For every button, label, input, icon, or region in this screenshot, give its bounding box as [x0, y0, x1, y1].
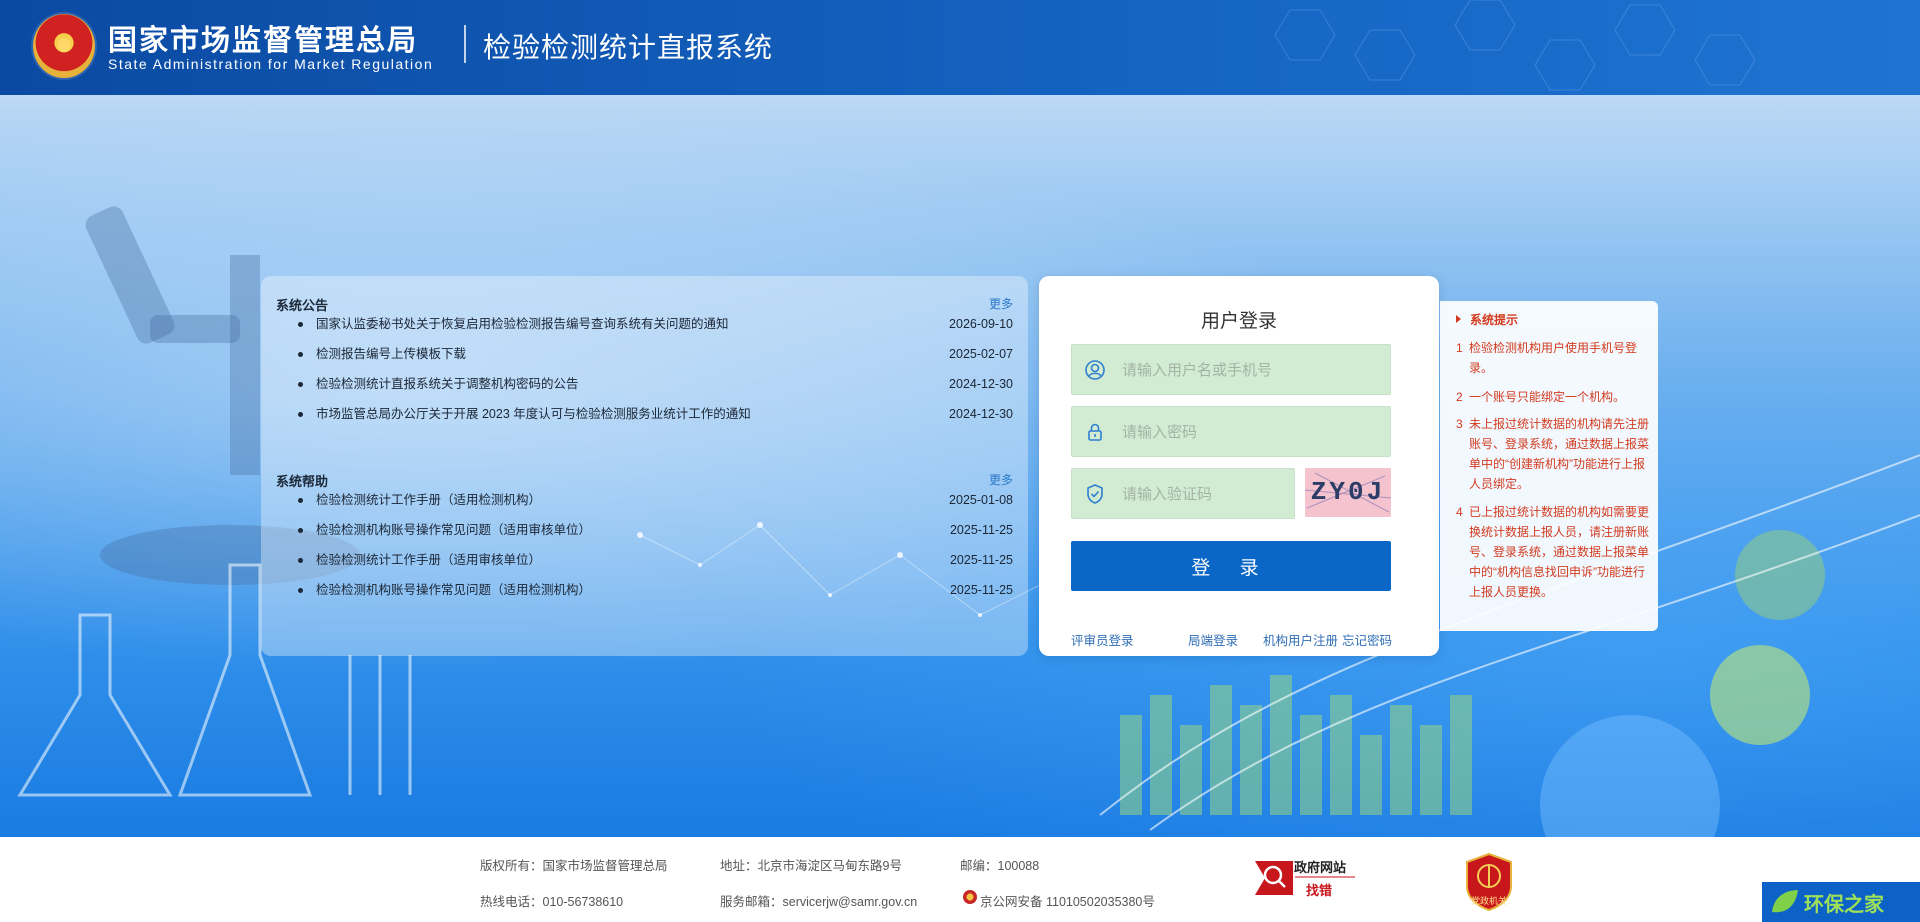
org-name-en: State Administration for Market Regulati… — [108, 56, 434, 72]
help-item-date: 2025-11-25 — [949, 553, 1013, 567]
police-badge-icon — [963, 890, 977, 904]
shield-check-icon — [1087, 484, 1103, 504]
bullet-icon — [298, 352, 303, 357]
tip-text: 已上报过统计数据的机构如需要更换统计数据上报人员，请注册新账号、登录系统，通过数… — [1469, 505, 1650, 599]
leaf-logo-icon — [1772, 890, 1798, 913]
news-date: 2025-02-07 — [949, 347, 1013, 361]
gov-badge-top-text: 政府网站 — [1294, 860, 1347, 875]
gov-website-error-badge[interactable]: 政府网站 找错 — [1255, 855, 1355, 899]
notice-panel: 系统公告 更多 国家认监委秘书处关于恢复启用检验检测报告编号查询系统有关问题的通… — [261, 276, 1028, 656]
captcha-text: ZY0J — [1310, 477, 1386, 507]
captcha-field[interactable] — [1071, 468, 1295, 520]
forgot-password-link[interactable]: 忘记密码 — [1342, 630, 1392, 649]
username-input[interactable] — [1120, 345, 1382, 396]
list-item[interactable]: 检验检测统计直报系统关于调整机构密码的公告 2024-12-30 — [276, 369, 1013, 399]
news-title[interactable]: 检验检测统计直报系统关于调整机构密码的公告 — [316, 369, 579, 399]
login-links: 评审员登录 局端登录 机构用户注册 忘记密码 — [1071, 630, 1407, 650]
footer: 版权所有：国家市场监督管理总局 地址：北京市海淀区马甸东路9号 邮编：10008… — [0, 837, 1920, 922]
news-date: 2026-09-10 — [949, 317, 1013, 331]
announcements-list: 国家认监委秘书处关于恢复启用检验检测报告编号查询系统有关问题的通知 2026-0… — [276, 309, 1013, 429]
site-logo-text: 环保之家 — [1804, 894, 1884, 916]
help-item-title[interactable]: 检验检测机构账号操作常见问题（适用检测机构） — [316, 575, 591, 605]
bullet-icon — [298, 382, 303, 387]
username-field[interactable] — [1071, 344, 1391, 396]
news-date: 2024-12-30 — [949, 377, 1013, 391]
tip-number: 4 — [1456, 505, 1463, 519]
site-logo-watermark: 环保之家 — [1762, 882, 1920, 922]
list-item[interactable]: 检验检测统计工作手册（适用审核单位） 2025-11-25 — [276, 545, 1013, 575]
help-item-title[interactable]: 检验检测机构账号操作常见问题（适用审核单位） — [316, 515, 591, 545]
bullet-icon — [298, 528, 303, 533]
news-title[interactable]: 国家认监委秘书处关于恢复启用检验检测报告编号查询系统有关问题的通知 — [316, 309, 729, 339]
bureau-login-link[interactable]: 局端登录 — [1188, 630, 1238, 649]
tip-text: 未上报过统计数据的机构请先注册账号、登录系统，通过数据上报菜单中的“创建新机构”… — [1469, 417, 1650, 491]
hotline-text: 热线电话：010-56738610 — [480, 895, 624, 909]
list-item[interactable]: 市场监管总局办公厅关于开展 2023 年度认可与检验检测服务业统计工作的通知 2… — [276, 399, 1013, 429]
address-text: 地址：北京市海淀区马甸东路9号 — [720, 859, 902, 873]
system-title: 检验检测统计直报系统 — [483, 32, 774, 63]
lock-icon — [1088, 423, 1102, 441]
user-icon — [1085, 360, 1105, 380]
help-list: 检验检测统计工作手册（适用检测机构） 2025-01-08 检验检测机构账号操作… — [276, 485, 1013, 605]
tip-text: 检验检测机构用户使用手机号登录。 — [1469, 341, 1638, 375]
gov-badge-bottom-text: 找错 — [1306, 883, 1333, 898]
password-input[interactable] — [1120, 407, 1382, 458]
list-item[interactable]: 国家认监委秘书处关于恢复启用检验检测报告编号查询系统有关问题的通知 2026-0… — [276, 309, 1013, 339]
tip-text: 一个账号只能绑定一个机构。 — [1469, 390, 1626, 404]
org-name-cn: 国家市场监督管理总局 — [108, 25, 419, 57]
party-government-badge[interactable]: 党政机关 — [1463, 852, 1515, 912]
help-item-title[interactable]: 检验检测统计工作手册（适用检测机构） — [316, 485, 541, 515]
postcode-text: 邮编：100088 — [960, 859, 1040, 873]
tips-panel: 系统提示 1 检验检测机构用户使用手机号登录。 2 一个账号只能绑定一个机构。 … — [1440, 301, 1658, 631]
login-button[interactable]: 登 录 — [1071, 541, 1391, 591]
login-panel: 用户登录 登 录 评审员登录 局端登录 机构用户注册 忘记密码 — [1039, 276, 1439, 656]
news-date: 2024-12-30 — [949, 407, 1013, 421]
tips-title: 系统提示 — [1470, 313, 1519, 327]
register-link[interactable]: 机构用户注册 — [1263, 630, 1338, 649]
captcha-input[interactable] — [1120, 469, 1286, 520]
hexagon-pattern-decoration — [1274, 0, 1756, 91]
bullet-icon — [298, 588, 303, 593]
list-item[interactable]: 检验检测统计工作手册（适用检测机构） 2025-01-08 — [276, 485, 1013, 515]
bullet-icon — [298, 498, 303, 503]
help-item-date: 2025-11-25 — [949, 523, 1013, 537]
tip-number: 1 — [1456, 341, 1463, 355]
reviewer-login-link[interactable]: 评审员登录 — [1071, 630, 1134, 649]
bullet-icon — [298, 412, 303, 417]
party-badge-text: 党政机关 — [1471, 896, 1508, 906]
header-divider — [464, 25, 466, 63]
tip-number: 2 — [1456, 390, 1463, 404]
help-item-title[interactable]: 检验检测统计工作手册（适用审核单位） — [316, 545, 541, 575]
national-emblem-icon — [33, 14, 95, 78]
bullet-icon — [298, 558, 303, 563]
help-item-date: 2025-11-25 — [949, 583, 1013, 597]
bullet-icon — [298, 322, 303, 327]
password-field[interactable] — [1071, 406, 1391, 458]
captcha-image[interactable]: ZY0J — [1305, 468, 1391, 517]
email-text: 服务邮箱：servicerjw@samr.gov.cn — [720, 895, 918, 909]
login-title: 用户登录 — [1200, 311, 1277, 332]
icp-record-link[interactable]: 京公网安备 11010502035380号 — [980, 891, 1155, 910]
list-item[interactable]: 检测报告编号上传模板下载 2025-02-07 — [276, 339, 1013, 369]
triangle-right-icon — [1456, 315, 1461, 323]
news-title[interactable]: 市场监管总局办公厅关于开展 2023 年度认可与检验检测服务业统计工作的通知 — [316, 399, 751, 429]
tip-number: 3 — [1456, 417, 1463, 431]
list-item[interactable]: 检验检测机构账号操作常见问题（适用检测机构） 2025-11-25 — [276, 575, 1013, 605]
list-item[interactable]: 检验检测机构账号操作常见问题（适用审核单位） 2025-11-25 — [276, 515, 1013, 545]
header-bar: 国家市场监督管理总局 State Administration for Mark… — [0, 0, 1920, 95]
help-item-date: 2025-01-08 — [949, 493, 1013, 507]
copyright-text: 版权所有：国家市场监督管理总局 — [480, 859, 668, 873]
news-title[interactable]: 检测报告编号上传模板下载 — [316, 339, 466, 369]
